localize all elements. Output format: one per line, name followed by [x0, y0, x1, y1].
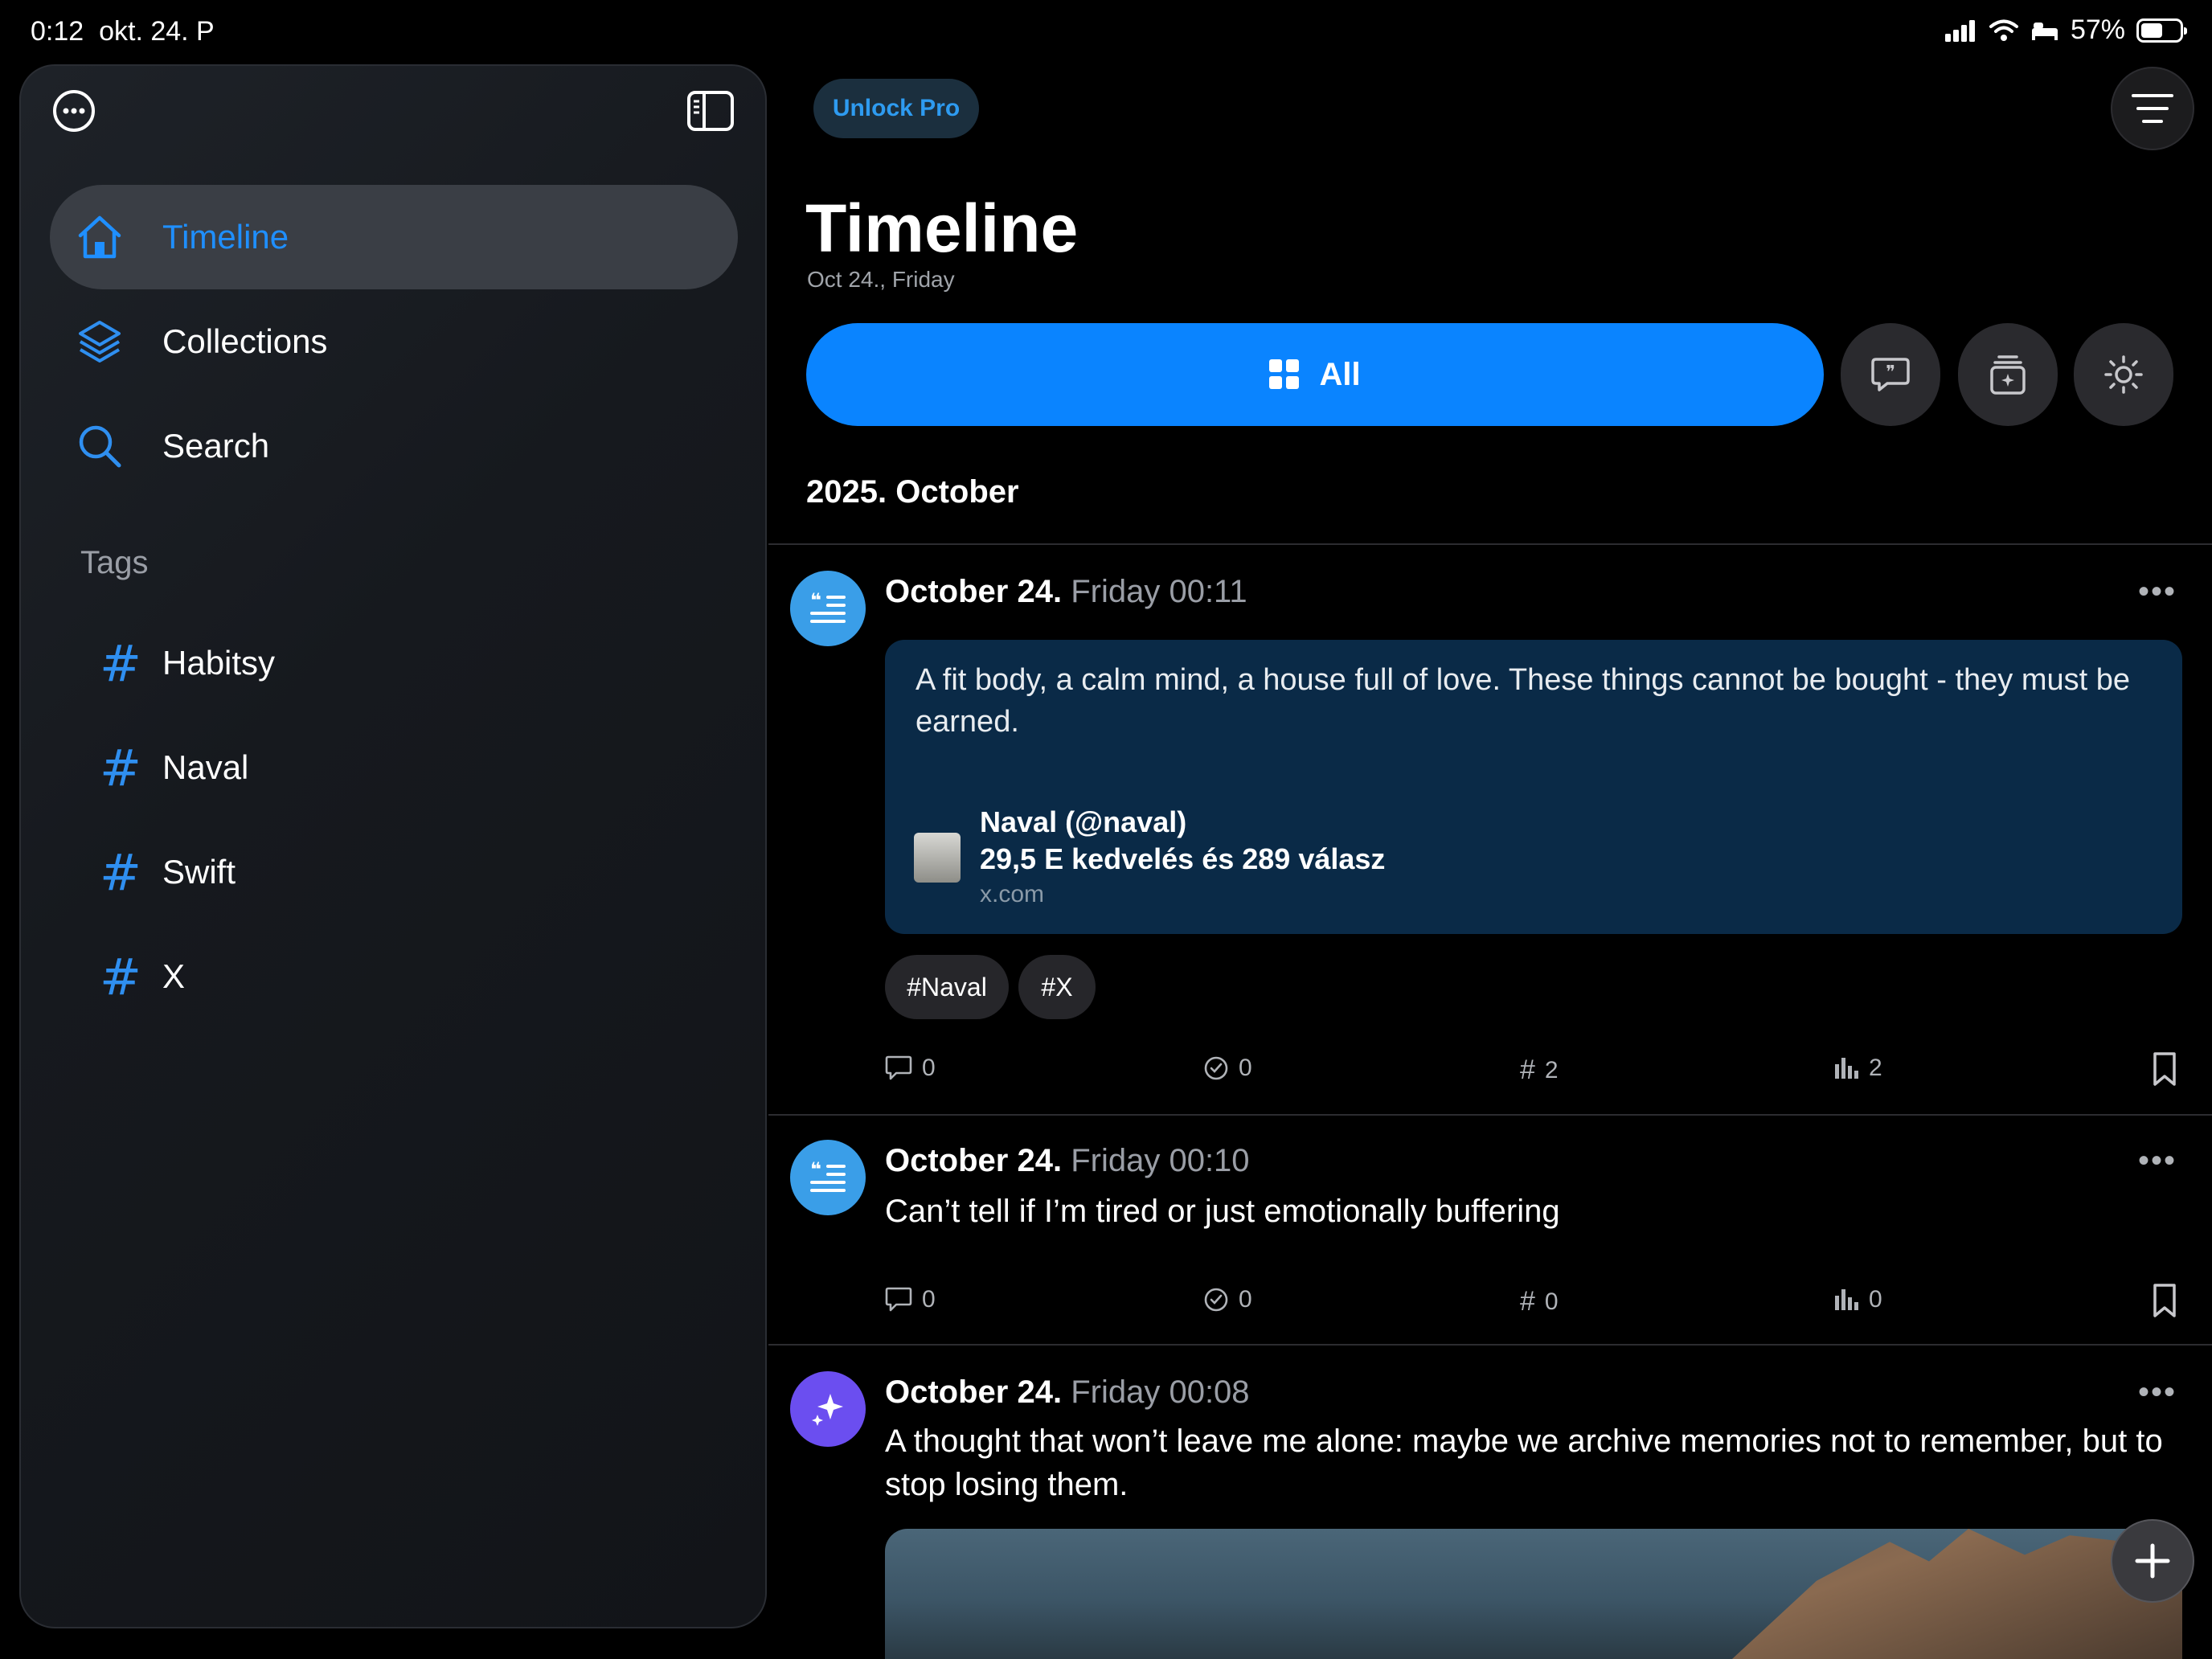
- tag-label: Naval: [162, 748, 249, 786]
- quote-entry-avatar: ❝: [790, 571, 866, 646]
- link-thumbnail: [914, 833, 961, 883]
- wifi-icon: [1989, 19, 2018, 41]
- bar-chart-icon: [1835, 1289, 1858, 1310]
- sidebar-item-label: Timeline: [162, 218, 289, 256]
- link-subtitle: 29,5 E kedvelés és 289 válasz: [980, 842, 1386, 875]
- hashtag-icon: #: [100, 842, 141, 902]
- filter-all-label: All: [1319, 356, 1361, 392]
- entry-date: October 24. Friday 00:08: [885, 1374, 1250, 1410]
- filter-quotes-button[interactable]: ❞: [1841, 323, 1940, 426]
- month-section-header: 2025. October: [806, 474, 1019, 510]
- comments-stat[interactable]: 0: [885, 1286, 936, 1313]
- svg-text:❞: ❞: [1886, 363, 1895, 383]
- sun-icon: [2104, 355, 2143, 394]
- page-title: Timeline: [805, 190, 1079, 266]
- hashtag-icon: #: [100, 633, 141, 693]
- quote-bubble-icon: ❞: [1871, 358, 1910, 391]
- tags-section-header: Tags: [80, 545, 149, 580]
- bookmark-icon[interactable]: [2153, 1051, 2177, 1087]
- entry-more-button[interactable]: •••: [2138, 1143, 2177, 1179]
- quote-text: A fit body, a calm mind, a house full of…: [916, 663, 2131, 739]
- card-stack-icon: [1990, 355, 2026, 395]
- add-entry-button[interactable]: [2111, 1519, 2194, 1603]
- tags-stat[interactable]: # 2: [1520, 1055, 1559, 1086]
- link-domain: x.com: [980, 881, 1045, 907]
- sidebar-item-label: Collections: [162, 322, 328, 360]
- sidebar-item-label: Search: [162, 427, 270, 465]
- svg-text:❝: ❝: [810, 1160, 821, 1181]
- sidebar-tag-naval[interactable]: # Naval: [50, 723, 738, 812]
- status-time: 0:12 okt. 24. P: [31, 16, 215, 47]
- checks-stat[interactable]: 0: [1203, 1286, 1252, 1313]
- grid-icon: [1269, 359, 1300, 389]
- quote-card[interactable]: A fit body, a calm mind, a house full of…: [885, 640, 2182, 934]
- views-stat[interactable]: 0: [1833, 1286, 1882, 1313]
- entry-date: October 24. Friday 00:10: [885, 1143, 1250, 1178]
- tag-label: Swift: [162, 853, 236, 891]
- link-title: Naval (@naval): [980, 805, 1187, 838]
- battery-percent: 57%: [2070, 14, 2125, 45]
- bed-icon: [2031, 22, 2058, 40]
- sidebar-tag-x[interactable]: # X: [50, 932, 738, 1021]
- search-icon: [79, 425, 121, 468]
- bar-chart-icon: [1835, 1058, 1858, 1079]
- views-stat[interactable]: 2: [1833, 1055, 1882, 1082]
- sidebar-item-timeline[interactable]: Timeline: [50, 185, 738, 289]
- entry-date: October 24. Friday 00:11: [885, 574, 1247, 609]
- entry-more-button[interactable]: •••: [2138, 574, 2177, 610]
- quote-lines-icon: ❝: [810, 591, 846, 623]
- filter-lines-icon: [2132, 94, 2173, 123]
- entry-text: Can’t tell if I’m tired or just emotiona…: [885, 1194, 1560, 1229]
- tag-label: X: [162, 957, 186, 995]
- sidebar: Timeline Collections Search Tags # Habit…: [19, 64, 767, 1628]
- plus-icon: [2135, 1543, 2170, 1579]
- divider: [768, 1344, 2212, 1346]
- sidebar-item-search[interactable]: Search: [50, 394, 738, 498]
- hashtag-icon: #: [1520, 1055, 1535, 1085]
- filter-all-button[interactable]: All: [806, 323, 1824, 426]
- home-icon: [78, 215, 121, 259]
- entry-photo[interactable]: [885, 1529, 2182, 1659]
- svg-text:❝: ❝: [810, 591, 821, 612]
- cellular-signal-icon: [1944, 19, 1975, 42]
- hashtag-icon: #: [100, 738, 141, 797]
- status-bar: 0:12 okt. 24. P 57%: [0, 0, 2212, 64]
- comment-icon: [885, 1055, 912, 1080]
- divider: [768, 1114, 2212, 1116]
- quote-entry-avatar: ❝: [790, 1140, 866, 1215]
- entry-more-button[interactable]: •••: [2138, 1374, 2177, 1411]
- sort-menu-button[interactable]: [2111, 67, 2194, 150]
- tag-chip-naval[interactable]: #Naval: [885, 955, 1009, 1019]
- photo-rock-formation: [1732, 1529, 2182, 1659]
- divider: [768, 543, 2212, 545]
- entry-text: A thought that won’t leave me alone: may…: [885, 1423, 2163, 1502]
- check-circle-icon: [1204, 1056, 1228, 1080]
- page-subtitle-date: Oct 24., Friday: [807, 267, 955, 292]
- layers-icon: [79, 321, 121, 363]
- sparkle-icon: [812, 1394, 843, 1426]
- sidebar-tag-habitsy[interactable]: # Habitsy: [50, 619, 738, 707]
- unlock-pro-button[interactable]: Unlock Pro: [813, 79, 979, 138]
- battery-icon: [2136, 18, 2187, 43]
- comments-stat[interactable]: 0: [885, 1055, 936, 1082]
- bookmark-icon[interactable]: [2153, 1283, 2177, 1318]
- comment-icon: [885, 1287, 912, 1312]
- tag-chip-x[interactable]: #X: [1018, 955, 1096, 1019]
- quote-lines-icon: ❝: [810, 1160, 846, 1192]
- checks-stat[interactable]: 0: [1203, 1055, 1252, 1082]
- tag-label: Habitsy: [162, 644, 276, 682]
- status-icons: 57%: [1944, 14, 2187, 46]
- tags-stat[interactable]: # 0: [1520, 1286, 1559, 1317]
- check-circle-icon: [1204, 1288, 1228, 1312]
- sidebar-item-collections[interactable]: Collections: [50, 289, 738, 394]
- filter-mood-button[interactable]: [2074, 323, 2173, 426]
- ai-entry-avatar: [790, 1371, 866, 1447]
- sidebar-toggle-icon[interactable]: [686, 90, 735, 132]
- more-options-icon[interactable]: [51, 88, 96, 133]
- sidebar-tag-swift[interactable]: # Swift: [50, 828, 738, 916]
- hashtag-icon: #: [100, 947, 141, 1006]
- filter-stack-button[interactable]: [1958, 323, 2058, 426]
- hashtag-icon: #: [1520, 1286, 1535, 1317]
